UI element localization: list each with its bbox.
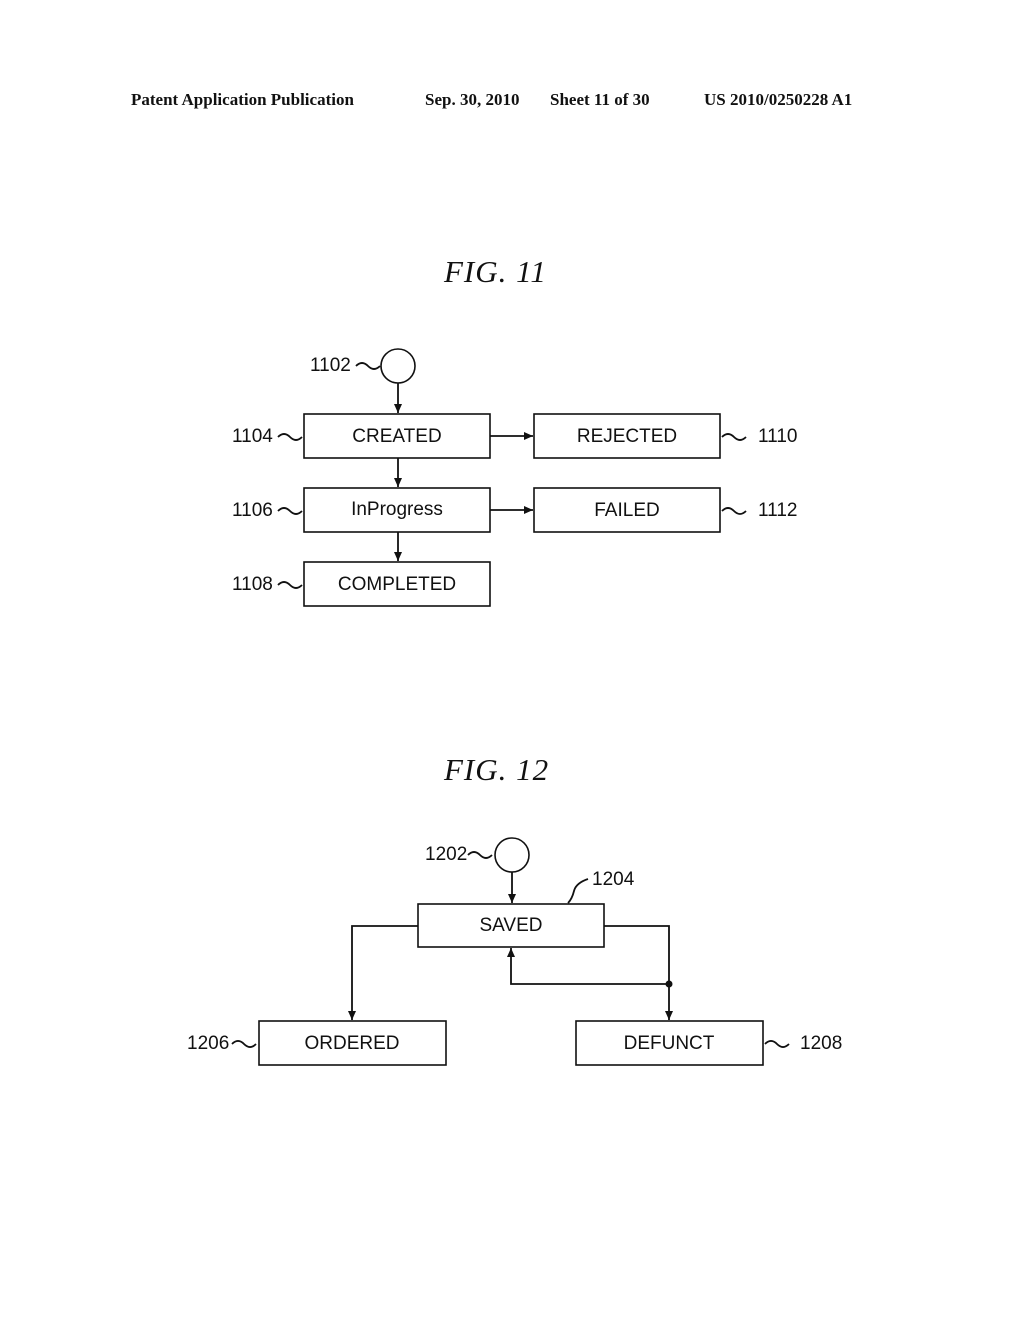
ref-1204: 1204: [592, 869, 635, 890]
state-rejected-label: REJECTED: [577, 426, 677, 447]
ref-1206: 1206: [187, 1033, 229, 1054]
leader-1206: [231, 1040, 257, 1048]
arrow-self-loop-saved: [507, 948, 669, 985]
leader-1208: [764, 1040, 790, 1048]
state-ordered-label: ORDERED: [304, 1033, 399, 1054]
ref-1102: 1102: [310, 355, 351, 376]
leader-1106: [277, 507, 303, 515]
ref-1208: 1208: [800, 1033, 842, 1054]
leader-1108: [277, 581, 303, 589]
arrow-saved-ordered: [348, 925, 418, 1020]
ref-1110: 1110: [758, 426, 797, 447]
leader-1102: [355, 362, 381, 370]
ref-1112: 1112: [758, 500, 797, 521]
leader-1112: [721, 507, 747, 515]
figure-12: 1202 SAVED 1204 ORDERED 1206 DEFUNCT 120…: [187, 837, 842, 1066]
leader-1204: [567, 878, 589, 904]
arrow-saved-defunct: [604, 925, 673, 1020]
state-inprogress-label: InProgress: [351, 499, 443, 520]
state-completed-label: COMPLETED: [338, 574, 456, 595]
state-defunct-label: DEFUNCT: [624, 1033, 715, 1054]
leader-1104: [277, 433, 303, 441]
figure-11: 1102 CREATED 1104 InProgress 1106 COMPLE…: [232, 348, 797, 607]
ref-1202: 1202: [425, 844, 467, 865]
diagram-canvas: 1102 CREATED 1104 InProgress 1106 COMPLE…: [187, 348, 842, 1066]
leader-1202: [467, 851, 493, 859]
state-created-label: CREATED: [352, 426, 441, 447]
state-failed-label: FAILED: [594, 500, 659, 521]
start-node-1202: [494, 837, 530, 873]
junction-dot: [665, 980, 673, 988]
ref-1108: 1108: [232, 574, 273, 595]
state-saved-label: SAVED: [479, 915, 542, 936]
ref-1106: 1106: [232, 500, 273, 521]
leader-1110: [721, 433, 747, 441]
ref-1104: 1104: [232, 426, 273, 447]
start-node-1102: [380, 348, 416, 384]
